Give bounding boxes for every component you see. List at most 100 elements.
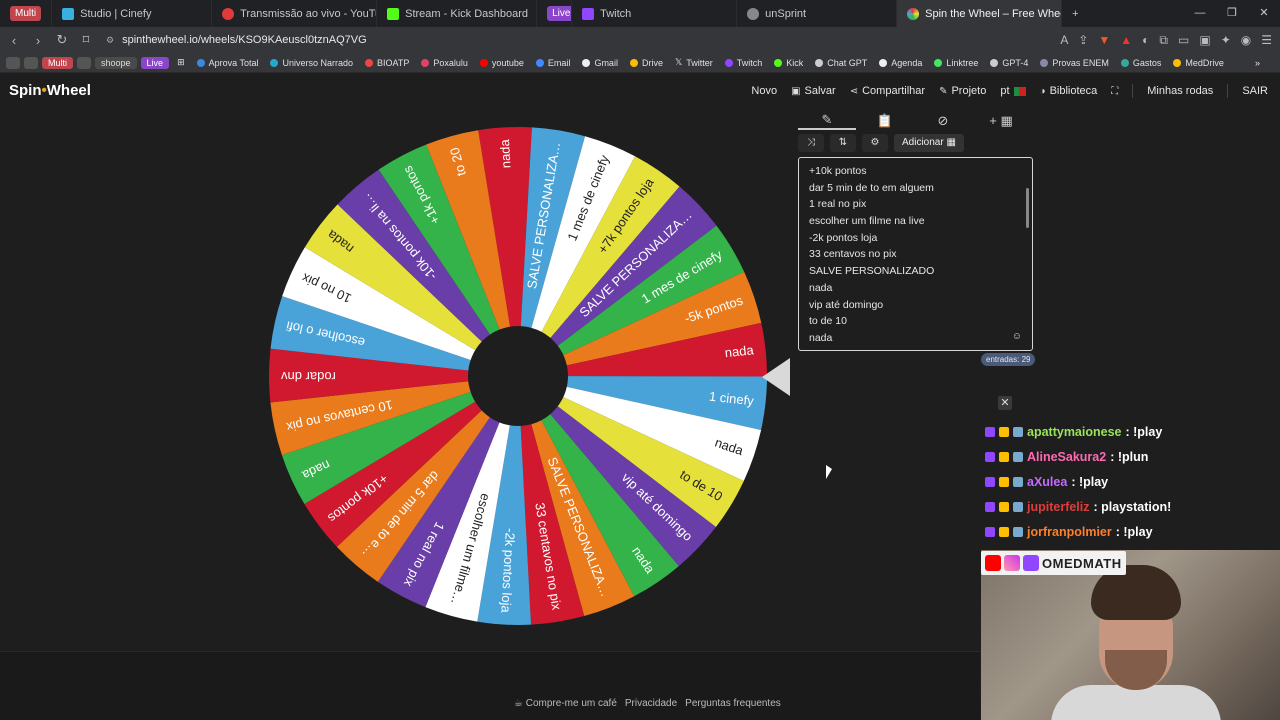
site-info-icon[interactable]: ⚙ xyxy=(106,35,114,46)
tab-label: unSprint xyxy=(765,7,807,20)
entries-scrollbar[interactable] xyxy=(1026,188,1029,228)
bookmark-gastos[interactable]: Gastos xyxy=(1117,58,1166,68)
sort-icon[interactable]: ⇅ xyxy=(830,134,856,152)
projeto-button[interactable]: ✎ Projeto xyxy=(939,85,986,97)
bookmark-gpt4[interactable]: GPT-4 xyxy=(986,58,1032,68)
cinefy-icon xyxy=(62,7,75,20)
wheel-center-hub[interactable] xyxy=(468,326,568,426)
minimize-icon[interactable]: — xyxy=(1184,0,1216,27)
bookmark-drive[interactable]: Drive xyxy=(626,58,667,68)
chat-badge-icon xyxy=(999,526,1009,537)
bookmark-shoope[interactable]: shoope xyxy=(95,56,137,69)
bookmark-chatgpt[interactable]: Chat GPT xyxy=(811,58,871,68)
chat-close-icon[interactable]: ✕ xyxy=(998,396,1012,410)
coffee-link[interactable]: ☕ Compre-me um café xyxy=(514,698,617,709)
wallet-icon[interactable]: ▣ xyxy=(1199,33,1210,47)
tab-multi[interactable]: Multi xyxy=(0,0,53,27)
language-select[interactable]: pt xyxy=(1000,85,1026,97)
tab-spin-the-wheel[interactable]: Spin the Wheel – Free Wheel Sp✕ xyxy=(897,0,1063,27)
add-image-button[interactable]: Adicionar ▦ xyxy=(894,134,964,152)
bookmark-blank-2[interactable] xyxy=(24,56,38,69)
bookmark-kick[interactable]: Kick xyxy=(770,58,807,68)
hide-tab-eye-icon[interactable]: ⊘ xyxy=(914,113,972,129)
bookmark-blank-3[interactable] xyxy=(77,56,92,69)
bookmark-multi[interactable]: Multi xyxy=(42,56,74,69)
chat-badge-icon xyxy=(1013,526,1023,537)
bookmark-universo-narrado[interactable]: Universo Narrado xyxy=(266,58,357,68)
bookmark-bioatp[interactable]: BIOATP xyxy=(361,58,413,68)
chat-username[interactable]: AlineSakura2 xyxy=(1027,450,1106,464)
bookmark-poxalulu[interactable]: Poxalulu xyxy=(417,58,472,68)
tab-unsprint[interactable]: unSprint xyxy=(737,0,898,27)
bookmark-live[interactable]: Live xyxy=(140,56,170,69)
drive-icon xyxy=(629,58,638,67)
more-bookmarks-icon[interactable]: » xyxy=(1251,58,1264,68)
bookmark-twitch[interactable]: Twitch xyxy=(721,58,767,68)
bookmarks-bar: Multi shoope Live ⊞ Aprova Total Univers… xyxy=(0,53,1280,73)
chat-username[interactable]: aXulea xyxy=(1027,475,1067,489)
extensions-icon[interactable]: ⧉ xyxy=(1159,33,1168,48)
chat-badge-icon xyxy=(985,526,995,537)
fullscreen-button[interactable]: ⛶ xyxy=(1111,86,1118,97)
apps-grid-icon[interactable]: ⊞ xyxy=(173,57,189,68)
chat-username[interactable]: apattymaionese xyxy=(1027,425,1121,439)
restore-icon[interactable]: ❐ xyxy=(1216,0,1248,27)
bookmark-gmail[interactable]: Gmail xyxy=(578,58,622,68)
tab-twitch[interactable]: Twitch xyxy=(572,0,738,27)
bookmark-email[interactable]: Email xyxy=(532,58,575,68)
tab-youtube-studio[interactable]: Transmissão ao vivo - YouTube Studio xyxy=(212,0,378,27)
sair-button[interactable]: SAIR xyxy=(1242,85,1268,97)
url-field[interactable]: ⚙ spinthewheel.io/wheels/KSO9KAeuscl0tzn… xyxy=(106,34,367,46)
bookmark-youtube[interactable]: youtube xyxy=(476,58,528,68)
entries-textarea[interactable]: +10k pontos dar 5 min de to em alguem 1 re… xyxy=(798,157,1033,351)
privacy-link[interactable]: Privacidade xyxy=(625,698,677,709)
biblioteca-button[interactable]: ◑ Biblioteca xyxy=(1040,85,1098,97)
chat-badge-icon xyxy=(999,451,1009,462)
minhas-rodas-button[interactable]: Minhas rodas xyxy=(1147,85,1213,97)
new-tab-button[interactable]: + xyxy=(1062,0,1088,27)
reload-icon[interactable]: ↻ xyxy=(52,32,72,48)
add-image-tab-icon[interactable]: + ▦ xyxy=(972,113,1030,129)
nav-label: Novo xyxy=(751,85,778,97)
brave-shield-icon[interactable]: ▼ xyxy=(1098,33,1110,47)
salvar-button[interactable]: ▣ Salvar xyxy=(791,85,836,97)
bioatp-icon xyxy=(365,58,374,67)
brave-rewards-icon[interactable]: ▲ xyxy=(1120,33,1132,47)
novo-button[interactable]: Novo xyxy=(751,85,777,97)
site-logo[interactable]: Spin•Wheel xyxy=(9,82,91,99)
forward-icon[interactable]: › xyxy=(28,33,48,48)
bookmark-linktree[interactable]: Linktree xyxy=(930,58,982,68)
chat-username[interactable]: jupiterfeliz xyxy=(1027,500,1090,514)
back-icon[interactable]: ‹ xyxy=(4,33,24,48)
sidebar-icon[interactable]: ▭ xyxy=(1178,33,1189,47)
compartilhar-button[interactable]: ⋖ Compartilhar xyxy=(850,85,925,97)
bookmark-agenda[interactable]: Agenda xyxy=(875,58,926,68)
tab-live[interactable]: Live xyxy=(537,0,573,27)
shuffle-icon[interactable]: ⤨ xyxy=(798,134,824,152)
bookmark-icon[interactable]: ⌑ xyxy=(76,32,96,48)
wheel-svg[interactable]: nada SALVE PERSONALIZA… 1 mes de cinefy+7k… xyxy=(268,126,768,626)
leo-icon[interactable]: ✦ xyxy=(1221,33,1231,47)
bookmark-meddrive[interactable]: MedDrive xyxy=(1169,58,1228,68)
menu-icon[interactable]: ☰ xyxy=(1261,33,1272,47)
vpn-icon[interactable]: ◐ xyxy=(1142,33,1149,47)
tab-kick-dashboard[interactable]: Stream - Kick Dashboard xyxy=(377,0,538,27)
emoji-icon[interactable]: ☺ xyxy=(1012,331,1022,342)
bookmark-twitter[interactable]: 𝕏 Twitter xyxy=(671,57,717,68)
close-window-icon[interactable]: ✕ xyxy=(1248,0,1280,27)
share-icon[interactable]: ⇪ xyxy=(1078,33,1088,47)
profile-icon[interactable]: ◉ xyxy=(1241,33,1251,47)
bookmark-aprova-total[interactable]: Aprova Total xyxy=(193,58,263,68)
entry-line: nada xyxy=(809,331,833,344)
tab-studio-cinefy[interactable]: Studio | Cinefy xyxy=(52,0,213,27)
nav-label: Compartilhar xyxy=(862,85,926,97)
bookmark-blank-1[interactable] xyxy=(6,56,20,69)
translate-icon[interactable]: A xyxy=(1060,33,1068,47)
spin-wheel[interactable]: nada SALVE PERSONALIZA… 1 mes de cinefy +7k… xyxy=(268,126,768,626)
chat-username[interactable]: jorfranpolmier xyxy=(1027,525,1112,539)
edit-tab-pencil-icon[interactable]: ✎ xyxy=(798,112,856,130)
bookmark-provas-enem[interactable]: Provas ENEM xyxy=(1036,58,1113,68)
results-tab-clipboard-icon[interactable]: 📋 xyxy=(856,113,914,129)
settings-icon[interactable]: ⚙ xyxy=(862,134,888,152)
faq-link[interactable]: Perguntas frequentes xyxy=(685,698,781,709)
